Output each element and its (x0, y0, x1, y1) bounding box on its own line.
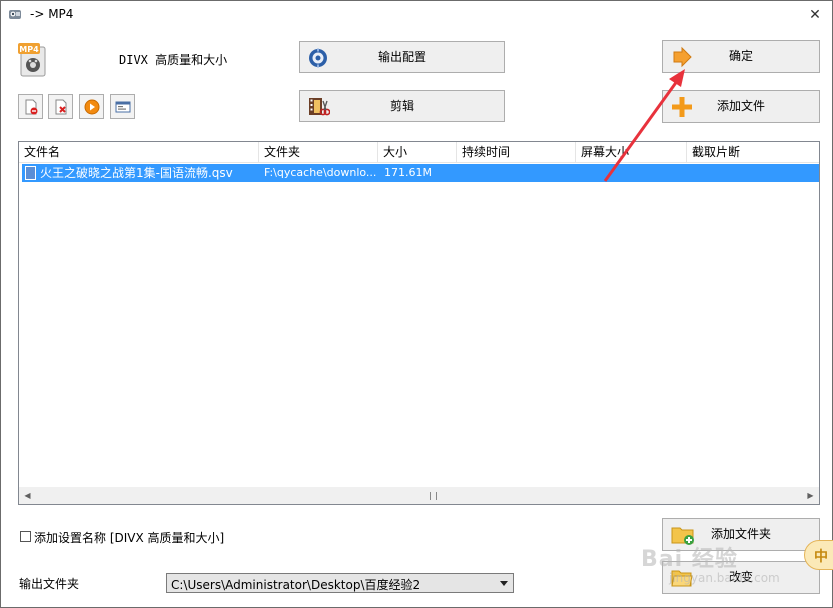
add-file-button[interactable]: 添加文件 (662, 90, 820, 123)
play-icon (84, 99, 100, 115)
add-file-label: 添加文件 (716, 99, 765, 113)
scroll-left-icon[interactable]: ◀ (19, 487, 36, 504)
edit-button[interactable]: 剪辑 (299, 90, 505, 122)
watermark-url: jingyan.baidu.com (669, 571, 780, 585)
format-label-quality: 高质量和大小 (155, 53, 228, 67)
ime-label: 中 (814, 549, 828, 565)
format-label: DIVX 高质量和大小 (119, 51, 227, 68)
close-icon: ✕ (809, 7, 821, 23)
horizontal-scrollbar[interactable]: ◀ ▶ (19, 487, 819, 504)
cell-clip (692, 164, 818, 182)
file-info-button[interactable] (110, 94, 135, 119)
file-list-header: 文件名 文件夹 大小 持续时间 屏幕大小 截取片断 (19, 142, 819, 163)
output-config-label: 输出配置 (377, 50, 426, 64)
scroll-grip-icon (430, 492, 437, 500)
column-folder[interactable]: 文件夹 (259, 142, 378, 163)
format-label-prefix: DIVX (119, 53, 148, 67)
scroll-right-icon[interactable]: ▶ (802, 487, 819, 504)
remove-file-button[interactable] (18, 94, 43, 119)
add-setting-name-label[interactable]: 添加设置名称 [DIVX 高质量和大小] (34, 529, 224, 546)
app-window: -> MP4 ✕ MP4 DIVX 高质量和大小 输出配置 剪辑 确定 添加文件… (0, 0, 833, 608)
clear-list-button[interactable] (48, 94, 73, 119)
output-config-button[interactable]: 输出配置 (299, 41, 505, 73)
cell-filename: 火王之破晓之战第1集-国语流畅.qsv (40, 166, 233, 180)
play-button[interactable] (79, 94, 104, 119)
add-setting-name-checkbox[interactable] (20, 531, 31, 542)
cell-duration (462, 164, 576, 182)
output-folder-select[interactable]: C:\Users\Administrator\Desktop\百度经验2 (166, 573, 514, 593)
table-row[interactable]: 火王之破晓之战第1集-国语流畅.qsv F:\qycache\downlo...… (22, 164, 819, 182)
mp4-icon-text: MP4 (19, 45, 39, 54)
output-folder-label: 输出文件夹 (19, 577, 80, 591)
ok-label: 确定 (728, 49, 753, 63)
column-screen-size[interactable]: 屏幕大小 (576, 142, 687, 163)
column-size[interactable]: 大小 (378, 142, 457, 163)
cell-screen-size (582, 164, 688, 182)
app-icon (9, 10, 21, 19)
column-clip[interactable]: 截取片断 (687, 142, 819, 163)
file-icon (25, 166, 36, 180)
edit-label: 剪辑 (389, 99, 414, 113)
column-duration[interactable]: 持续时间 (457, 142, 576, 163)
clear-list-icon (55, 99, 67, 115)
output-folder-value: C:\Users\Administrator\Desktop\百度经验2 (171, 578, 421, 592)
ok-button[interactable]: 确定 (662, 40, 820, 73)
cell-size: 171.61M (384, 166, 432, 179)
chevron-down-icon[interactable] (500, 581, 508, 586)
close-button[interactable]: ✕ (801, 5, 829, 25)
file-info-icon (115, 101, 131, 113)
cell-folder: F:\qycache\downlo... (264, 166, 377, 179)
window-title: -> MP4 (30, 7, 74, 21)
watermark: Bai 经验 (641, 547, 738, 572)
column-filename[interactable]: 文件名 (19, 142, 259, 163)
title-bar: -> MP4 ✕ (1, 1, 832, 29)
file-list[interactable]: 文件名 文件夹 大小 持续时间 屏幕大小 截取片断 火王之破晓之战第1集-国语流… (18, 141, 820, 505)
mp4-format-icon: MP4 (18, 43, 46, 77)
ime-indicator[interactable]: 中 (804, 540, 833, 570)
scroll-thumb[interactable] (38, 488, 804, 503)
remove-file-icon (25, 99, 38, 115)
